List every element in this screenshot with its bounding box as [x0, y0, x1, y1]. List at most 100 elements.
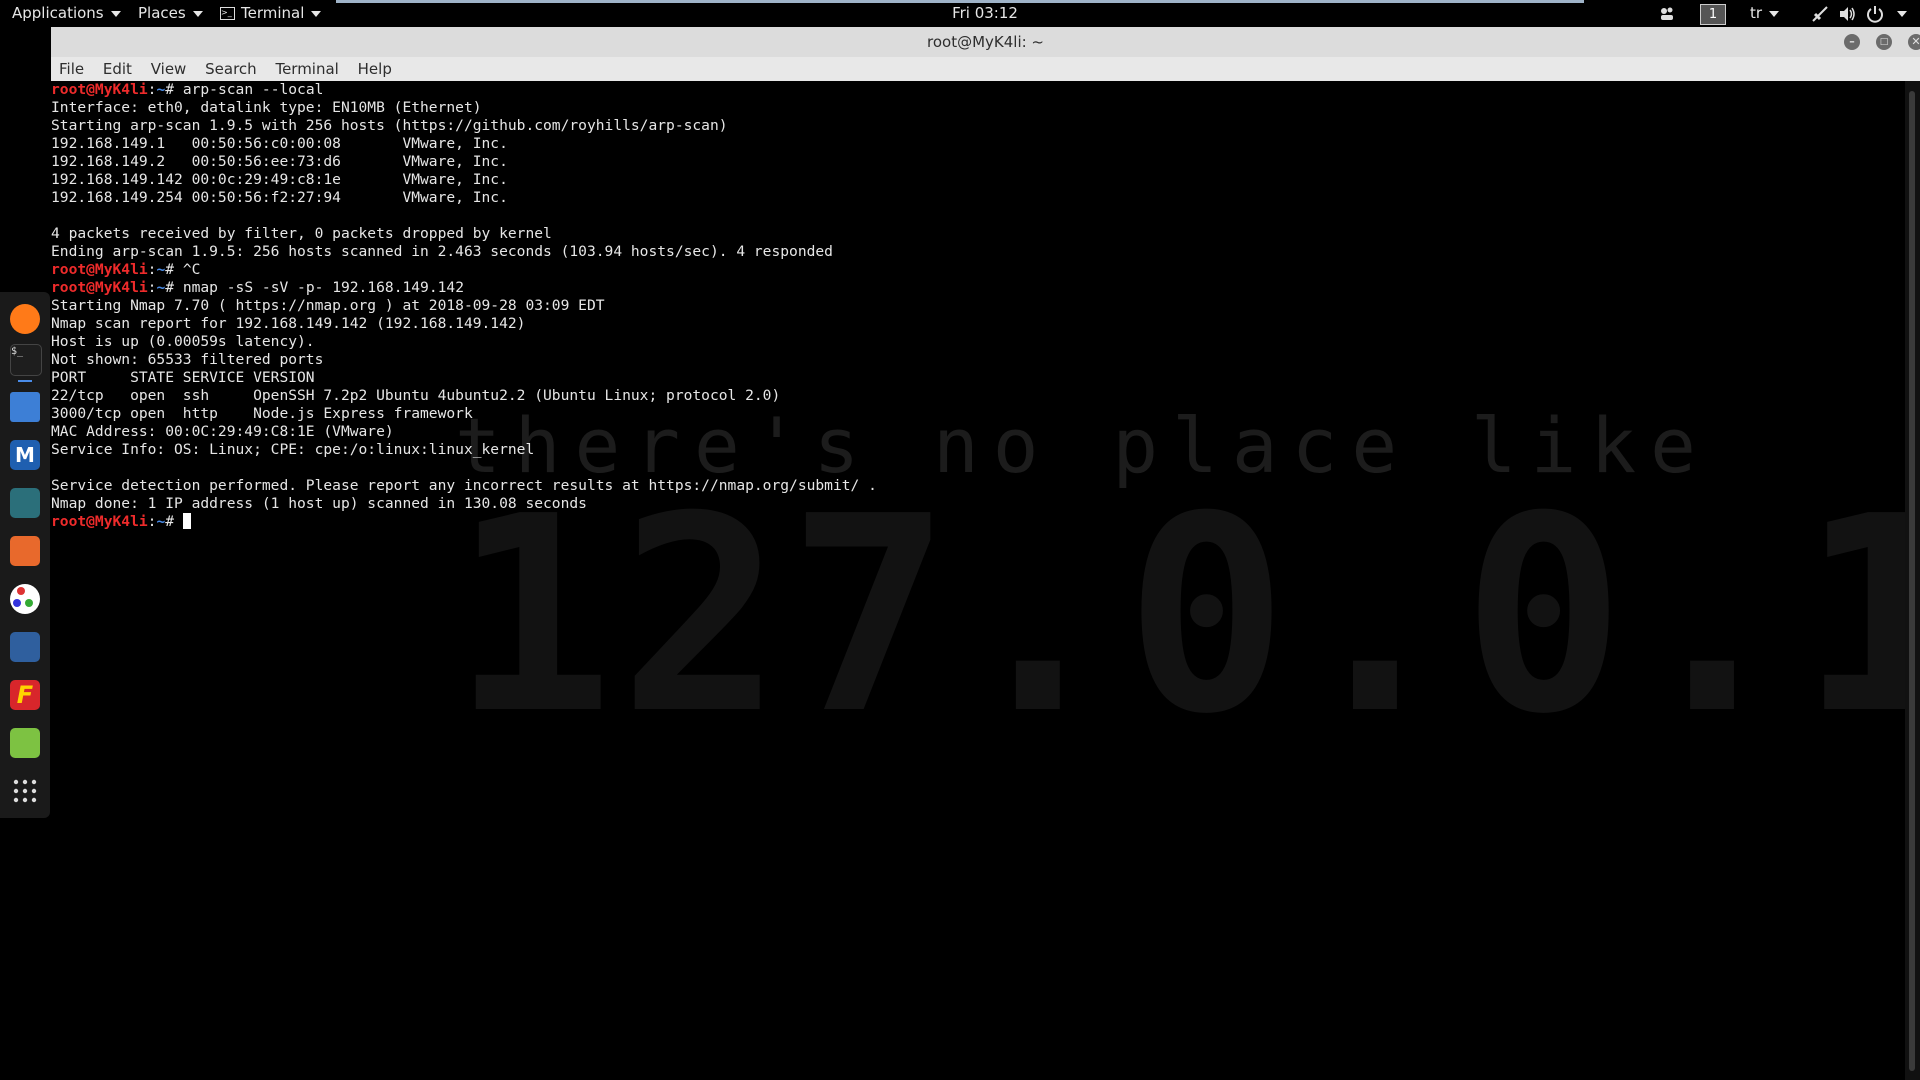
output-line: Service Info: OS: Linux; CPE: cpe:/o:lin… [51, 441, 877, 459]
prompt-symbol: # [165, 81, 183, 98]
prompt-line: root@MyK4li:~# nmap -sS -sV -p- 192.168.… [51, 279, 877, 297]
prompt-user: root@MyK4li [51, 81, 148, 98]
output-text: Service detection performed. Please repo… [51, 477, 877, 494]
close-button[interactable]: ✕ [1908, 34, 1920, 50]
text-cursor [182, 513, 191, 529]
terminal-window: root@MyK4li: ~ – □ ✕ File Edit View Sear… [51, 27, 1920, 1080]
terminal-scrollbar[interactable] [1905, 81, 1920, 1080]
menu-search[interactable]: Search [205, 60, 257, 78]
output-text: 192.168.149.142 00:0c:29:49:c8:1e VMware… [51, 171, 508, 188]
menu-edit[interactable]: Edit [103, 60, 132, 78]
output-line: 192.168.149.1 00:50:56:c0:00:08 VMware, … [51, 135, 877, 153]
output-line: 22/tcp open ssh OpenSSH 7.2p2 Ubuntu 4ub… [51, 387, 877, 405]
workspaces-icon[interactable] [1658, 5, 1676, 23]
output-line: 3000/tcp open http Node.js Express frame… [51, 405, 877, 423]
output-text: 192.168.149.254 00:50:56:f2:27:94 VMware… [51, 189, 508, 206]
workspace-indicator[interactable]: 1 [1700, 0, 1726, 27]
minimize-button[interactable]: – [1844, 34, 1860, 50]
clock[interactable]: Fri 03:12 [0, 0, 1920, 27]
output-text: Host is up (0.00059s latency). [51, 333, 315, 350]
output-text: 192.168.149.2 00:50:56:ee:73:d6 VMware, … [51, 153, 508, 170]
menu-view[interactable]: View [151, 60, 187, 78]
output-text: 4 packets received by filter, 0 packets … [51, 225, 552, 242]
output-line: 192.168.149.2 00:50:56:ee:73:d6 VMware, … [51, 153, 877, 171]
output-line: 192.168.149.254 00:50:56:f2:27:94 VMware… [51, 189, 877, 207]
output-text: Ending arp-scan 1.9.5: 256 hosts scanned… [51, 243, 833, 260]
armitage-icon[interactable] [10, 488, 40, 518]
menu-terminal[interactable]: Terminal [275, 60, 338, 78]
prompt-symbol: # [165, 261, 183, 278]
keyboard-layout-label: tr [1750, 4, 1763, 22]
chevron-down-icon[interactable] [1897, 11, 1907, 17]
output-line: Nmap done: 1 IP address (1 host up) scan… [51, 495, 877, 513]
output-line: Host is up (0.00059s latency). [51, 333, 877, 351]
prompt-directory: ~ [156, 513, 166, 530]
output-line [51, 207, 877, 225]
chevron-down-icon [1769, 10, 1780, 17]
beef-icon[interactable] [10, 632, 40, 662]
menu-bar: File Edit View Search Terminal Help [51, 57, 1920, 81]
prompt-user: root@MyK4li [51, 513, 148, 530]
prompt-line: root@MyK4li:~# [51, 513, 877, 531]
maximize-button[interactable]: □ [1876, 34, 1892, 50]
window-title: root@MyK4li: ~ [927, 33, 1044, 51]
leafpad-icon[interactable] [10, 728, 40, 758]
power-icon[interactable] [1866, 5, 1884, 23]
output-text: 192.168.149.1 00:50:56:c0:00:08 VMware, … [51, 135, 508, 152]
keyboard-layout-menu[interactable]: tr [1750, 0, 1780, 27]
prompt-line: root@MyK4li:~# ^C [51, 261, 877, 279]
volume-icon[interactable] [1838, 5, 1856, 23]
prompt-symbol: # [165, 513, 183, 530]
output-line: Starting arp-scan 1.9.5 with 256 hosts (… [51, 117, 877, 135]
output-line: Interface: eth0, datalink type: EN10MB (… [51, 99, 877, 117]
output-line: 4 packets received by filter, 0 packets … [51, 225, 877, 243]
output-line: Service detection performed. Please repo… [51, 477, 877, 495]
metasploit-icon[interactable]: M [10, 440, 40, 470]
burpsuite-icon[interactable] [10, 536, 40, 566]
prompt-line: root@MyK4li:~# arp-scan --local [51, 81, 877, 99]
output-line: Not shown: 65533 filtered ports [51, 351, 877, 369]
window-titlebar[interactable]: root@MyK4li: ~ – □ ✕ [51, 27, 1920, 57]
network-icon[interactable] [1811, 5, 1829, 23]
active-app-indicator [18, 380, 32, 382]
terminal-output[interactable]: there's no place like 127.0.0.1 root@MyK… [51, 81, 1905, 1080]
output-line: Nmap scan report for 192.168.149.142 (19… [51, 315, 877, 333]
prompt-user: root@MyK4li [51, 279, 148, 296]
prompt-directory: ~ [156, 261, 166, 278]
workspace-number: 1 [1700, 4, 1726, 25]
maltego-icon[interactable] [10, 584, 40, 614]
terminal-text: root@MyK4li:~# arp-scan --local Interface… [51, 81, 877, 531]
firefox-icon[interactable] [10, 304, 40, 334]
terminal-icon[interactable]: $_ [10, 344, 42, 376]
top-panel: Applications Places >_ Terminal Fri 03:12… [0, 0, 1920, 27]
output-text: Nmap scan report for 192.168.149.142 (19… [51, 315, 526, 332]
output-line: Starting Nmap 7.70 ( https://nmap.org ) … [51, 297, 877, 315]
menu-file[interactable]: File [59, 60, 84, 78]
command-text: ^C [182, 261, 201, 278]
output-line: Ending arp-scan 1.9.5: 256 hosts scanned… [51, 243, 877, 261]
output-line [51, 459, 877, 477]
output-line: PORT STATE SERVICE VERSION [51, 369, 877, 387]
prompt-symbol: # [165, 279, 183, 296]
output-text: Not shown: 65533 filtered ports [51, 351, 324, 368]
command-text: arp-scan --local [182, 81, 324, 98]
prompt-directory: ~ [156, 81, 166, 98]
output-line: MAC Address: 00:0C:29:49:C8:1E (VMware) [51, 423, 877, 441]
prompt-user: root@MyK4li [51, 261, 148, 278]
output-text: Starting Nmap 7.70 ( https://nmap.org ) … [51, 297, 605, 314]
scrollbar-thumb[interactable] [1909, 91, 1915, 1071]
command-text: nmap -sS -sV -p- 192.168.149.142 [182, 279, 464, 296]
files-icon[interactable] [10, 392, 40, 422]
dash-dock: $_ M F [0, 292, 50, 818]
output-text: Interface: eth0, datalink type: EN10MB (… [51, 99, 482, 116]
output-text: MAC Address: 00:0C:29:49:C8:1E (VMware) [51, 423, 394, 440]
output-text: Service Info: OS: Linux; CPE: cpe:/o:lin… [51, 441, 535, 458]
menu-help[interactable]: Help [358, 60, 392, 78]
output-text: PORT STATE SERVICE VERSION [51, 369, 315, 386]
output-text: Nmap done: 1 IP address (1 host up) scan… [51, 495, 587, 512]
output-text: Starting arp-scan 1.9.5 with 256 hosts (… [51, 117, 728, 134]
output-line: 192.168.149.142 00:0c:29:49:c8:1e VMware… [51, 171, 877, 189]
show-apps-icon[interactable] [10, 776, 40, 806]
faraday-icon[interactable]: F [10, 680, 40, 710]
